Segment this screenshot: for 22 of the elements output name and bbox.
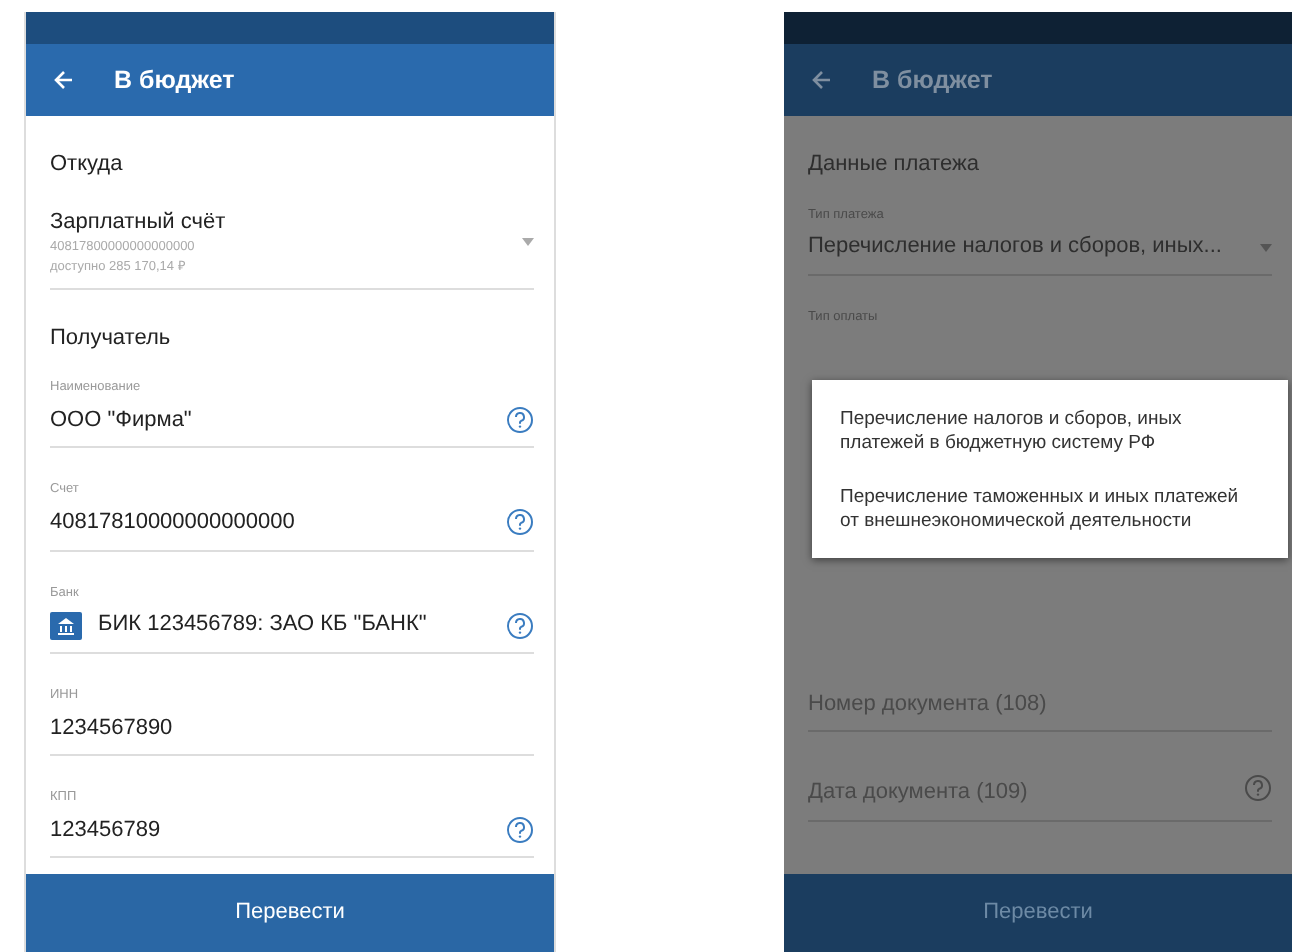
popup-option[interactable]: Перечисление таможенных и иных платежей от внешнеэкономической деятельности: [840, 485, 1260, 535]
screen-title: В бюджет: [872, 63, 993, 98]
section-heading: Откуда: [50, 150, 125, 180]
popup-option[interactable]: Перечисление налогов и сборов, иных платежей в бюджетную систему РФ: [840, 408, 1260, 458]
field-value[interactable]: 40817810000000000000: [50, 506, 490, 539]
help-icon[interactable]: [506, 611, 534, 639]
section-heading: Данные платежа: [808, 150, 981, 180]
back-arrow-icon[interactable]: [812, 70, 832, 90]
transfer-button[interactable]: Перевести: [26, 874, 554, 952]
help-icon[interactable]: [1244, 773, 1272, 801]
section-heading: Получатель: [50, 323, 173, 353]
dropdown-caret-icon[interactable]: [522, 237, 534, 245]
bank-value[interactable]: БИК 123456789: ЗАО КБ "БАНК": [98, 608, 427, 642]
screen-title: В бюджет: [114, 63, 235, 98]
field-value[interactable]: ООО "Фирма": [50, 403, 490, 437]
help-icon[interactable]: [506, 816, 534, 844]
field-value[interactable]: 1234567890: [50, 711, 534, 744]
help-icon[interactable]: [506, 406, 534, 434]
bank-icon: [50, 611, 82, 639]
field-value[interactable]: 123456789: [50, 813, 490, 847]
help-icon[interactable]: [506, 508, 534, 537]
account-name: Зарплатный счёт: [50, 207, 228, 237]
